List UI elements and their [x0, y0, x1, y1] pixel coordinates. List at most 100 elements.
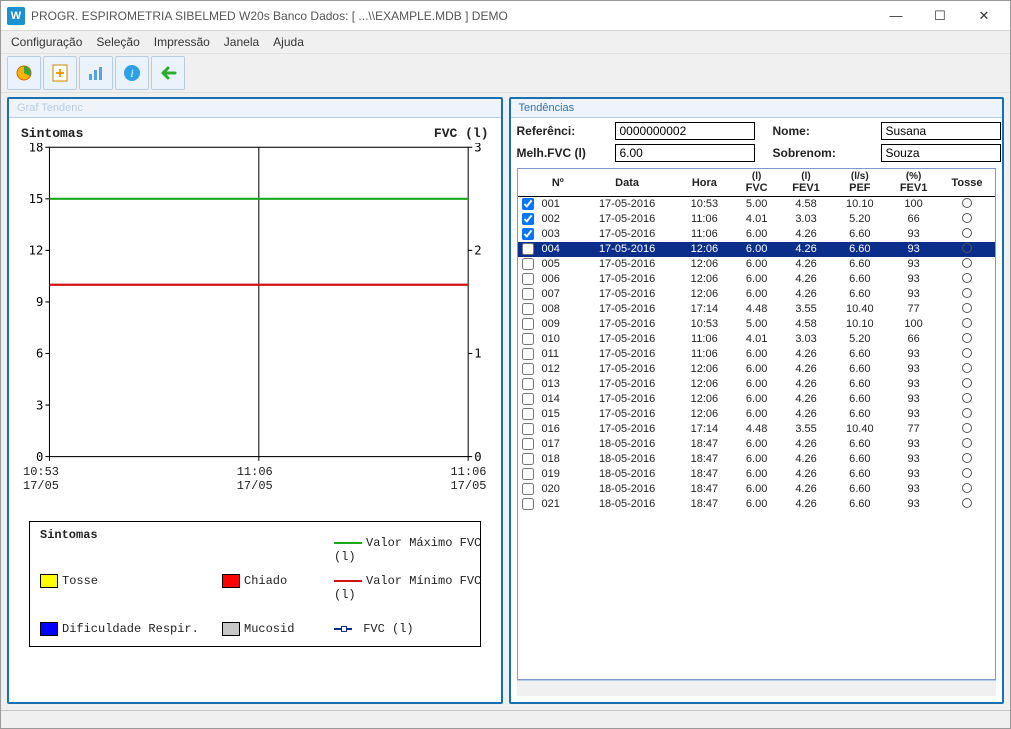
col-data[interactable]: Data	[578, 169, 676, 197]
table-row[interactable]: 00717-05-201612:066.004.266.6093	[518, 287, 996, 302]
row-checkbox[interactable]	[522, 498, 534, 510]
table-row[interactable]: 00817-05-201617:144.483.5510.4077	[518, 302, 996, 317]
row-checkbox[interactable]	[522, 408, 534, 420]
client-area: Graf Tendenc Sintomas FVC (l) 0369121518…	[1, 93, 1010, 710]
chart-pie-icon	[13, 62, 35, 84]
row-checkbox[interactable]	[522, 258, 534, 270]
table-row[interactable]: 01117-05-201611:066.004.266.6093	[518, 347, 996, 362]
table-row[interactable]: 00617-05-201612:066.004.266.6093	[518, 272, 996, 287]
table-row[interactable]: 01417-05-201612:066.004.266.6093	[518, 392, 996, 407]
toolbar-btn-2[interactable]	[43, 56, 77, 90]
label-ref: Referênci:	[517, 124, 597, 138]
table-row[interactable]: 01818-05-201618:476.004.266.6093	[518, 452, 996, 467]
input-sobre[interactable]	[881, 144, 1001, 162]
row-checkbox[interactable]	[522, 378, 534, 390]
table-row[interactable]: 02118-05-201618:476.004.266.6093	[518, 497, 996, 512]
menu-config[interactable]: Configuração	[11, 35, 82, 49]
row-checkbox[interactable]	[522, 273, 534, 285]
legend-label-fvc: FVC (l)	[363, 622, 413, 636]
input-melh[interactable]	[615, 144, 755, 162]
row-tosse-radio[interactable]	[962, 273, 972, 283]
row-checkbox[interactable]	[522, 423, 534, 435]
trend-graph-title: Graf Tendenc	[9, 99, 501, 118]
col-hora[interactable]: Hora	[676, 169, 733, 197]
col-fvc[interactable]: (l)FVC	[733, 169, 781, 197]
trends-table-container[interactable]: Nº Data Hora (l)FVC (l)FEV1 (l/s)PEF (%)…	[517, 168, 997, 680]
row-checkbox[interactable]	[522, 243, 534, 255]
row-tosse-radio[interactable]	[962, 213, 972, 223]
col-n[interactable]: Nº	[538, 169, 579, 197]
row-checkbox[interactable]	[522, 348, 534, 360]
row-checkbox[interactable]	[522, 288, 534, 300]
table-row[interactable]: 00317-05-201611:066.004.266.6093	[518, 227, 996, 242]
row-tosse-radio[interactable]	[962, 438, 972, 448]
toolbar-btn-1[interactable]	[7, 56, 41, 90]
row-tosse-radio[interactable]	[962, 348, 972, 358]
menu-impressao[interactable]: Impressão	[154, 35, 210, 49]
table-row[interactable]: 01017-05-201611:064.013.035.2066	[518, 332, 996, 347]
col-pef[interactable]: (l/s)PEF	[831, 169, 888, 197]
input-nome[interactable]	[881, 122, 1001, 140]
row-tosse-radio[interactable]	[962, 288, 972, 298]
row-checkbox[interactable]	[522, 213, 534, 225]
table-row[interactable]: 01918-05-201618:476.004.266.6093	[518, 467, 996, 482]
input-ref[interactable]	[615, 122, 755, 140]
row-tosse-radio[interactable]	[962, 423, 972, 433]
row-tosse-radio[interactable]	[962, 228, 972, 238]
trends-table[interactable]: Nº Data Hora (l)FVC (l)FEV1 (l/s)PEF (%)…	[518, 169, 996, 512]
table-row[interactable]: 00517-05-201612:066.004.266.6093	[518, 257, 996, 272]
col-tosse[interactable]: Tosse	[939, 169, 995, 197]
row-checkbox[interactable]	[522, 228, 534, 240]
row-checkbox[interactable]	[522, 318, 534, 330]
row-checkbox[interactable]	[522, 303, 534, 315]
row-checkbox[interactable]	[522, 198, 534, 210]
table-row[interactable]: 00217-05-201611:064.013.035.2066	[518, 212, 996, 227]
row-tosse-radio[interactable]	[962, 243, 972, 253]
table-row[interactable]: 00917-05-201610:535.004.5810.10100	[518, 317, 996, 332]
row-tosse-radio[interactable]	[962, 333, 972, 343]
row-checkbox[interactable]	[522, 483, 534, 495]
table-row[interactable]: 01517-05-201612:066.004.266.6093	[518, 407, 996, 422]
maximize-button[interactable]: ☐	[918, 2, 962, 30]
table-row[interactable]: 01617-05-201617:144.483.5510.4077	[518, 422, 996, 437]
row-tosse-radio[interactable]	[962, 258, 972, 268]
row-tosse-radio[interactable]	[962, 393, 972, 403]
table-horizontal-scrollbar[interactable]	[517, 680, 997, 696]
row-checkbox[interactable]	[522, 438, 534, 450]
toolbar-btn-3[interactable]	[79, 56, 113, 90]
table-row[interactable]: 02018-05-201618:476.004.266.6093	[518, 482, 996, 497]
row-checkbox[interactable]	[522, 453, 534, 465]
row-checkbox[interactable]	[522, 468, 534, 480]
trends-panel-title: Tendências	[511, 99, 1003, 118]
row-tosse-radio[interactable]	[962, 378, 972, 388]
row-tosse-radio[interactable]	[962, 483, 972, 493]
row-checkbox[interactable]	[522, 393, 534, 405]
legend-label-chiado: Chiado	[244, 574, 334, 588]
legend-label-dif: Dificuldade Respir.	[62, 622, 222, 636]
row-tosse-radio[interactable]	[962, 318, 972, 328]
row-tosse-radio[interactable]	[962, 198, 972, 208]
row-tosse-radio[interactable]	[962, 498, 972, 508]
toolbar-btn-5[interactable]	[151, 56, 185, 90]
menu-janela[interactable]: Janela	[224, 35, 259, 49]
table-row[interactable]: 01217-05-201612:066.004.266.6093	[518, 362, 996, 377]
menu-selecao[interactable]: Seleção	[96, 35, 139, 49]
menu-ajuda[interactable]: Ajuda	[273, 35, 304, 49]
toolbar-btn-4[interactable]: i	[115, 56, 149, 90]
table-row[interactable]: 01718-05-201618:476.004.266.6093	[518, 437, 996, 452]
row-checkbox[interactable]	[522, 333, 534, 345]
row-tosse-radio[interactable]	[962, 303, 972, 313]
table-row[interactable]: 00417-05-201612:066.004.266.6093	[518, 242, 996, 257]
minimize-button[interactable]: —	[874, 2, 918, 30]
col-fev1[interactable]: (l)FEV1	[781, 169, 832, 197]
col-fev1p[interactable]: (%)FEV1	[888, 169, 939, 197]
row-tosse-radio[interactable]	[962, 453, 972, 463]
row-tosse-radio[interactable]	[962, 408, 972, 418]
table-row[interactable]: 00117-05-201610:535.004.5810.10100	[518, 197, 996, 212]
row-checkbox[interactable]	[522, 363, 534, 375]
table-row[interactable]: 01317-05-201612:066.004.266.6093	[518, 377, 996, 392]
row-tosse-radio[interactable]	[962, 468, 972, 478]
close-button[interactable]: ✕	[962, 2, 1006, 30]
legend-label-muc: Mucosid	[244, 622, 334, 636]
row-tosse-radio[interactable]	[962, 363, 972, 373]
